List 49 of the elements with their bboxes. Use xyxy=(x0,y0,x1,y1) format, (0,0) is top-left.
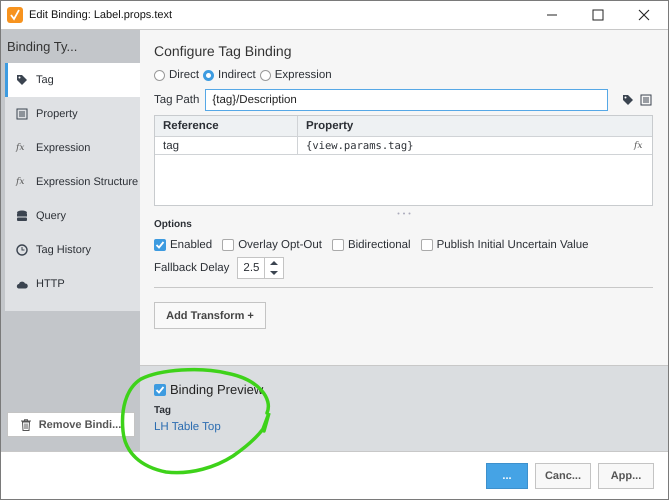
mode-radio[interactable]: Direct xyxy=(154,69,200,81)
mode-radio[interactable]: Expression xyxy=(260,69,332,81)
tag-icon xyxy=(16,74,28,86)
tag-path-field[interactable]: {tag}/Description xyxy=(205,89,608,111)
field-label: Fallback Delay xyxy=(154,262,230,274)
column-header: Reference xyxy=(155,116,298,136)
database-icon xyxy=(16,210,28,222)
sidebar-item[interactable]: fx Expression xyxy=(5,131,140,165)
splitter-handle[interactable] xyxy=(396,212,410,215)
sidebar-item[interactable]: HTTP xyxy=(5,267,140,301)
list-icon[interactable] xyxy=(640,94,652,106)
fx-icon: fx xyxy=(16,143,28,153)
option-checkbox[interactable]: Overlay Opt-Out xyxy=(222,239,322,251)
app-icon xyxy=(7,7,23,23)
table-cell-text: {view.params.tag} xyxy=(305,138,414,154)
sidebar-title: Binding Ty... xyxy=(6,38,78,56)
options-title: Options xyxy=(154,219,193,230)
dialog-button[interactable]: Canc... xyxy=(535,462,591,488)
sidebar-item[interactable]: Tag History xyxy=(5,233,140,267)
cloud-icon xyxy=(16,280,28,288)
trash-icon xyxy=(20,418,31,430)
clock-icon xyxy=(16,244,28,256)
add-transform-button[interactable]: Add Transform + xyxy=(154,302,266,329)
sidebar-item[interactable]: Property xyxy=(5,97,140,131)
up-arrow-icon[interactable] xyxy=(269,260,280,266)
column-header: Property xyxy=(305,119,354,134)
tag-icon[interactable] xyxy=(622,94,634,106)
fallback-delay-spinner[interactable]: 2.5 xyxy=(237,257,284,279)
field-label: Tag Path xyxy=(154,94,200,106)
table-cell: tag xyxy=(155,137,298,154)
down-arrow-icon[interactable] xyxy=(269,270,280,276)
close-icon[interactable] xyxy=(638,9,650,21)
sidebar-item[interactable]: Tag xyxy=(5,63,140,97)
window-title: Edit Binding: Label.props.text xyxy=(29,9,172,21)
list-icon xyxy=(16,108,28,120)
sidebar-item[interactable]: Query xyxy=(5,199,140,233)
mode-radio[interactable]: Indirect xyxy=(203,69,256,81)
remove-binding-button[interactable]: Remove Bindi... xyxy=(7,412,135,437)
preview-value: LH Table Top xyxy=(154,421,222,433)
option-checkbox[interactable]: Enabled xyxy=(154,239,212,251)
maximize-icon[interactable] xyxy=(592,9,604,21)
preview-type-label: Tag xyxy=(154,405,172,416)
section-title: Configure Tag Binding xyxy=(154,43,293,61)
fx-icon: fx xyxy=(16,177,28,187)
dialog-button[interactable]: App... xyxy=(598,462,654,488)
fx-icon[interactable]: fx xyxy=(634,140,648,150)
option-checkbox[interactable]: Publish Initial Uncertain Value xyxy=(420,239,589,251)
sidebar-item[interactable]: fx Expression Structure xyxy=(5,165,140,199)
option-checkbox[interactable]: Bidirectional xyxy=(332,239,411,251)
